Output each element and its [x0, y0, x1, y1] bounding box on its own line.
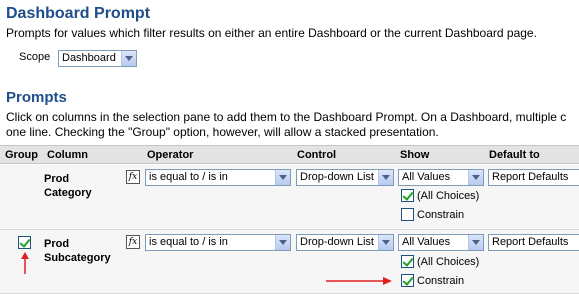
constrain-label: Constrain: [417, 209, 465, 221]
all-choices-label: (All Choices): [417, 190, 480, 202]
red-arrow-icon: [21, 252, 29, 274]
prompts-description-line2: one line. Checking the "Group" option, h…: [6, 125, 439, 139]
control-select[interactable]: Drop-down List: [296, 169, 394, 186]
fx-icon[interactable]: fx: [126, 170, 140, 184]
header-default-to: Default to: [489, 149, 540, 161]
table-header: Group Column Operator Control Show Defau…: [0, 145, 579, 164]
default-select[interactable]: Report Defaults: [488, 169, 579, 186]
column-name-line2: Category: [44, 187, 92, 199]
prompts-description: Click on columns in the selection pane t…: [6, 110, 579, 140]
table-row: Prod Subcategory fx is equal to / is in …: [0, 230, 579, 294]
chevron-down-icon[interactable]: [468, 235, 483, 250]
dashboard-prompt-title: Dashboard Prompt: [6, 5, 151, 22]
chevron-down-icon[interactable]: [468, 170, 483, 185]
scope-label: Scope: [19, 51, 51, 63]
show-select[interactable]: All Values: [398, 169, 484, 186]
control-value: Drop-down List: [300, 236, 374, 248]
scope-select-value: Dashboard: [62, 52, 116, 64]
show-select[interactable]: All Values: [398, 234, 484, 251]
all-choices-label: (All Choices): [417, 256, 480, 268]
all-choices-checkbox[interactable]: [401, 255, 414, 268]
header-show: Show: [400, 149, 430, 161]
column-name-line1: Prod: [44, 238, 70, 250]
constrain-checkbox[interactable]: [401, 274, 414, 287]
chevron-down-icon[interactable]: [378, 170, 393, 185]
column-name-line2: Subcategory: [44, 252, 111, 264]
default-select[interactable]: Report Defaults: [488, 234, 579, 251]
operator-value: is equal to / is in: [149, 171, 228, 183]
control-value: Drop-down List: [300, 171, 374, 183]
control-select[interactable]: Drop-down List: [296, 234, 394, 251]
column-name: Prod Category: [44, 172, 92, 200]
operator-select[interactable]: is equal to / is in: [145, 169, 291, 186]
default-value: Report Defaults: [492, 236, 569, 248]
all-choices-checkbox[interactable]: [401, 189, 414, 202]
constrain-checkbox[interactable]: [401, 208, 414, 221]
column-name: Prod Subcategory: [44, 237, 111, 265]
prompts-title: Prompts: [6, 89, 67, 106]
show-value: All Values: [402, 236, 451, 248]
operator-select[interactable]: is equal to / is in: [145, 234, 291, 251]
table-row: Prod Category fx is equal to / is in Dro…: [0, 165, 579, 230]
header-column: Column: [47, 149, 88, 161]
header-operator: Operator: [147, 149, 194, 161]
header-control: Control: [297, 149, 337, 161]
default-value: Report Defaults: [492, 171, 569, 183]
fx-icon[interactable]: fx: [126, 235, 140, 249]
dashboard-prompt-description: Prompts for values which filter results …: [6, 26, 537, 40]
red-arrow-icon: [326, 277, 392, 285]
prompts-description-line1: Click on columns in the selection pane t…: [6, 110, 567, 124]
chevron-down-icon[interactable]: [275, 170, 290, 185]
show-value: All Values: [402, 171, 451, 183]
chevron-down-icon[interactable]: [121, 51, 136, 66]
operator-value: is equal to / is in: [149, 236, 228, 248]
column-name-line1: Prod: [44, 173, 70, 185]
chevron-down-icon[interactable]: [378, 235, 393, 250]
header-group: Group: [5, 149, 38, 161]
chevron-down-icon[interactable]: [275, 235, 290, 250]
scope-select[interactable]: Dashboard: [58, 50, 137, 67]
group-checkbox[interactable]: [18, 236, 31, 249]
constrain-label: Constrain: [417, 275, 465, 287]
